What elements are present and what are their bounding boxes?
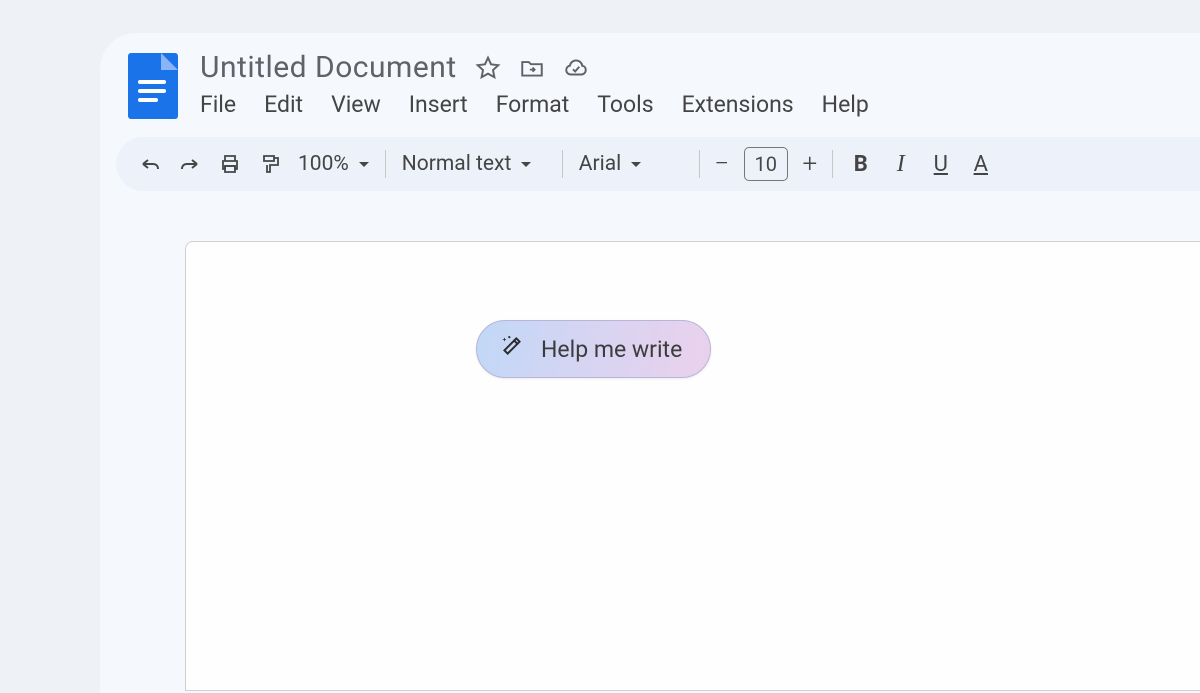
menu-tools[interactable]: Tools xyxy=(597,91,653,118)
document-header: Untitled Document xyxy=(100,33,1200,119)
menu-format[interactable]: Format xyxy=(496,91,570,118)
caret-down-icon xyxy=(521,162,531,167)
zoom-value: 100% xyxy=(298,152,349,176)
canvas-area: Help me write xyxy=(100,241,1200,691)
move-folder-icon[interactable] xyxy=(519,55,545,81)
app-window: Untitled Document xyxy=(100,33,1200,693)
decrease-font-size-button[interactable]: − xyxy=(708,149,736,179)
docs-app-icon[interactable] xyxy=(128,53,178,119)
separator xyxy=(385,150,386,178)
undo-button[interactable] xyxy=(132,146,168,182)
font-size-control: − + xyxy=(708,147,824,181)
bold-button[interactable]: B xyxy=(843,146,879,182)
toolbar: 100% Normal text Arial − + B I U A xyxy=(116,137,1200,191)
redo-button[interactable] xyxy=(172,146,208,182)
paragraph-style-value: Normal text xyxy=(402,152,512,176)
document-title[interactable]: Untitled Document xyxy=(200,53,457,83)
print-button[interactable] xyxy=(212,146,248,182)
font-size-input[interactable] xyxy=(744,147,788,181)
menu-help[interactable]: Help xyxy=(822,91,869,118)
underline-button[interactable]: U xyxy=(923,146,959,182)
cloud-saved-icon[interactable] xyxy=(563,55,589,81)
separator xyxy=(832,150,833,178)
separator xyxy=(699,150,700,178)
title-row: Untitled Document xyxy=(200,53,869,83)
menu-view[interactable]: View xyxy=(331,91,381,118)
star-icon[interactable] xyxy=(475,55,501,81)
paint-format-button[interactable] xyxy=(252,146,288,182)
increase-font-size-button[interactable]: + xyxy=(796,149,824,179)
paragraph-style-select[interactable]: Normal text xyxy=(394,146,554,182)
help-me-write-button[interactable]: Help me write xyxy=(476,320,711,378)
document-page[interactable]: Help me write xyxy=(185,241,1200,691)
menu-edit[interactable]: Edit xyxy=(264,91,303,118)
help-me-write-label: Help me write xyxy=(541,336,682,363)
text-color-button[interactable]: A xyxy=(963,146,999,182)
caret-down-icon xyxy=(631,162,641,167)
italic-button[interactable]: I xyxy=(883,146,919,182)
caret-down-icon xyxy=(359,162,369,167)
zoom-select[interactable]: 100% xyxy=(290,146,377,182)
menubar: File Edit View Insert Format Tools Exten… xyxy=(200,91,869,118)
font-family-select[interactable]: Arial xyxy=(571,146,691,182)
header-text-block: Untitled Document xyxy=(200,53,869,118)
menu-file[interactable]: File xyxy=(200,91,236,118)
menu-extensions[interactable]: Extensions xyxy=(682,91,794,118)
menu-insert[interactable]: Insert xyxy=(409,91,468,118)
magic-pen-icon xyxy=(499,333,525,365)
separator xyxy=(562,150,563,178)
font-family-value: Arial xyxy=(579,152,621,176)
